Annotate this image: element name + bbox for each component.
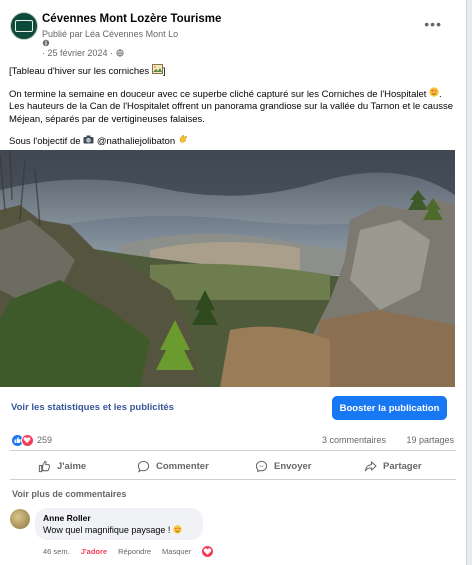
comment-reply-button[interactable]: Répondre [118, 547, 151, 556]
more-dots-icon[interactable]: ••• [424, 16, 442, 32]
camera-icon [83, 135, 94, 149]
share-label: Partager [383, 460, 422, 472]
comment-love-button[interactable]: J'adore [81, 547, 107, 556]
send-label: Envoyer [274, 460, 312, 472]
send-button[interactable]: Envoyer [255, 456, 312, 476]
picture-icon [151, 64, 163, 79]
action-row: J'aime Commenter Envoyer Partager [10, 453, 456, 480]
comment-author[interactable]: Anne Roller [43, 513, 91, 523]
clapping-icon [178, 134, 188, 149]
heart-eyes-icon [429, 86, 439, 102]
comment-time[interactable]: 46 sem. [43, 547, 70, 556]
post-header: Cévennes Mont Lozère Tourisme Publié par… [10, 12, 456, 62]
comment-bubble: Anne Roller Wow quel magnifique paysage … [35, 508, 203, 540]
comment-text: Wow quel magnifique paysage ! [43, 525, 182, 535]
speech-bubble-icon [137, 460, 150, 473]
heart-eyes-icon [173, 525, 182, 534]
post-line1: [Tableau d'hiver sur les corniches [9, 66, 150, 77]
post-text: [Tableau d'hiver sur les corniches ] On … [9, 64, 455, 157]
love-reaction-icon [21, 434, 34, 447]
more-comments-link[interactable]: Voir plus de commentaires [12, 489, 126, 499]
post-date[interactable]: · 25 février 2024 · [42, 48, 124, 58]
post-paragraph3: Sous l'objectif de [9, 136, 81, 147]
landscape-photo [0, 150, 455, 387]
commenter-avatar[interactable] [10, 509, 30, 529]
comment-meta: 46 sem. J'adore Répondre Masquer [43, 546, 214, 557]
post-photo[interactable] [0, 150, 455, 387]
reactions-summary: 259 3 commentaires 19 partages [10, 430, 456, 451]
like-button[interactable]: J'aime [38, 456, 86, 476]
messenger-icon [255, 460, 268, 472]
comment-label: Commenter [156, 460, 209, 472]
logo-icon [15, 20, 33, 32]
like-label: J'aime [57, 460, 87, 472]
share-arrow-icon [364, 460, 377, 471]
stats-link[interactable]: Voir les statistiques et les publicités [11, 402, 174, 413]
publisher-label: Publié par Léa Cévennes Mont Lo [42, 29, 179, 39]
comment-button[interactable]: Commenter [137, 456, 209, 476]
photographer-handle[interactable]: @nathaliejolibaton [97, 136, 175, 147]
globe-icon [115, 49, 124, 57]
comment-hide-button[interactable]: Masquer [162, 547, 191, 556]
page-name[interactable]: Cévennes Mont Lozère Tourisme [42, 13, 221, 25]
page-avatar[interactable] [10, 12, 38, 40]
post-paragraph2: On termine la semaine en douceur avec ce… [9, 88, 427, 100]
promo-bar: Voir les statistiques et les publicités … [0, 388, 466, 426]
thumbs-up-icon [38, 460, 51, 472]
share-button[interactable]: Partager [364, 456, 422, 476]
boost-button[interactable]: Booster la publication [332, 396, 447, 420]
reactions-count[interactable]: 259 [37, 435, 52, 445]
shares-count[interactable]: 19 partages [406, 435, 454, 445]
comments-count[interactable]: 3 commentaires [322, 435, 386, 445]
post-card: Cévennes Mont Lozère Tourisme Publié par… [0, 0, 467, 565]
love-reaction-icon[interactable] [202, 546, 214, 557]
comment-text-content: Wow quel magnifique paysage ! [43, 525, 171, 535]
date-label: · 25 février 2024 · [42, 48, 114, 58]
post-line1-end: ] [162, 66, 166, 77]
